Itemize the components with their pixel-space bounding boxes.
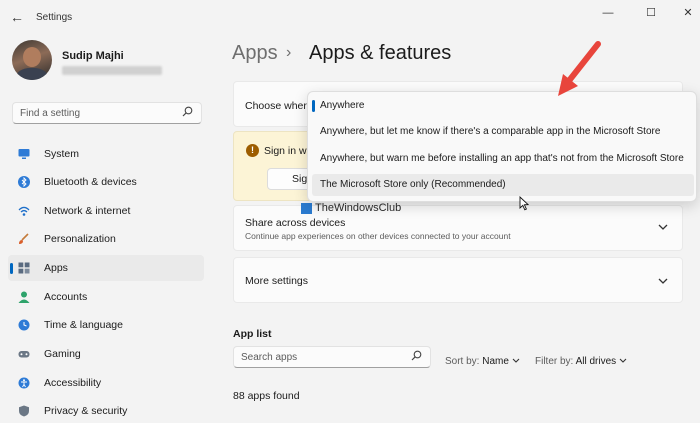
option-label: Anywhere, but warn me before installing … xyxy=(320,153,684,164)
sidebar-item-label: Apps xyxy=(44,262,68,274)
search-apps-box[interactable] xyxy=(233,346,431,368)
active-indicator xyxy=(10,263,13,274)
sidebar-item-privacy[interactable]: Privacy & security xyxy=(8,398,204,423)
option-anywhere[interactable]: Anywhere xyxy=(312,95,694,117)
filter-label: Filter by: xyxy=(535,356,574,367)
search-icon[interactable] xyxy=(411,350,422,364)
filter-by-control[interactable]: Filter by: All drives xyxy=(535,356,627,367)
selected-indicator xyxy=(312,100,315,112)
wifi-icon xyxy=(18,206,30,216)
sidebar-item-label: Privacy & security xyxy=(44,405,128,417)
warning-icon: ! xyxy=(246,144,259,157)
app-list-title: App list xyxy=(233,328,272,340)
option-label: The Microsoft Store only (Recommended) xyxy=(320,179,506,190)
apps-found-count: 88 apps found xyxy=(233,390,300,402)
share-desc: Continue app experiences on other device… xyxy=(245,231,511,241)
sidebar-item-network[interactable]: Network & internet xyxy=(8,198,204,224)
chevron-down-icon xyxy=(619,358,627,363)
app-title: Settings xyxy=(36,12,73,23)
search-apps-input[interactable] xyxy=(234,347,404,367)
sidebar-item-label: System xyxy=(44,148,80,160)
sidebar-item-personalization[interactable]: Personalization xyxy=(8,226,204,252)
app-source-dropdown[interactable]: Anywhere Anywhere, but let me know if th… xyxy=(307,91,697,202)
filter-value: All drives xyxy=(575,356,617,367)
close-button[interactable]: ✕ xyxy=(676,4,700,22)
apps-icon xyxy=(18,262,30,274)
chevron-down-icon[interactable] xyxy=(658,222,668,234)
gamepad-icon xyxy=(18,351,30,358)
signin-text: Sign in wi xyxy=(264,145,309,157)
share-title: Share across devices xyxy=(245,217,346,229)
minimize-button[interactable]: — xyxy=(596,4,620,22)
sidebar-item-apps[interactable]: Apps xyxy=(8,255,204,281)
sidebar-item-label: Personalization xyxy=(44,233,116,245)
sidebar-item-label: Time & language xyxy=(44,319,123,331)
bluetooth-icon xyxy=(18,176,30,188)
option-label: Anywhere, but let me know if there's a c… xyxy=(320,126,661,137)
sidebar-item-gaming[interactable]: Gaming xyxy=(8,341,204,367)
sidebar-item-label: Accounts xyxy=(44,291,88,303)
sidebar-item-label: Gaming xyxy=(44,348,81,360)
globe-clock-icon xyxy=(18,319,30,331)
brush-icon xyxy=(19,233,29,244)
sort-value: Name xyxy=(482,356,509,367)
sidebar-item-label: Network & internet xyxy=(44,205,131,217)
sidebar-item-accounts[interactable]: Accounts xyxy=(8,284,204,310)
find-setting-search[interactable] xyxy=(12,102,202,124)
search-icon[interactable] xyxy=(182,106,193,120)
person-icon xyxy=(18,291,30,303)
annotation-arrow-icon xyxy=(558,41,601,96)
title-bar: ← Settings — ☐ ✕ xyxy=(0,0,700,34)
maximize-button[interactable]: ☐ xyxy=(639,4,663,22)
watermark-text: TheWindowsClub xyxy=(315,202,402,214)
choose-where-label: Choose where xyxy=(245,100,313,112)
mouse-cursor-icon xyxy=(519,196,529,211)
more-settings-label: More settings xyxy=(245,275,309,287)
watermark-logo-icon xyxy=(301,203,312,214)
option-anywhere-warn[interactable]: Anywhere, but warn me before installing … xyxy=(312,148,694,170)
option-anywhere-notify[interactable]: Anywhere, but let me know if there's a c… xyxy=(312,121,694,143)
breadcrumb-apps[interactable]: Apps xyxy=(232,42,278,65)
sidebar-item-label: Bluetooth & devices xyxy=(44,176,137,188)
shield-icon xyxy=(19,405,29,417)
accessibility-icon xyxy=(18,377,30,389)
sidebar-item-bluetooth[interactable]: Bluetooth & devices xyxy=(8,169,204,195)
more-settings-card[interactable]: More settings xyxy=(233,257,683,303)
chevron-down-icon xyxy=(512,358,520,363)
chevron-down-icon[interactable] xyxy=(658,276,668,288)
sidebar-item-system[interactable]: System xyxy=(8,141,204,167)
sidebar-item-time-language[interactable]: Time & language xyxy=(8,312,204,338)
user-name: Sudip Majhi xyxy=(62,50,124,62)
breadcrumb-separator: › xyxy=(286,44,292,61)
back-button[interactable]: ← xyxy=(8,9,26,25)
sort-by-control[interactable]: Sort by: Name xyxy=(445,356,520,367)
sort-label: Sort by: xyxy=(445,356,480,367)
sidebar-item-label: Accessibility xyxy=(44,377,102,389)
option-label: Anywhere xyxy=(320,100,365,111)
user-email-redacted xyxy=(62,66,162,75)
search-input[interactable] xyxy=(13,103,173,123)
monitor-icon xyxy=(18,149,30,159)
option-store-only[interactable]: The Microsoft Store only (Recommended) xyxy=(312,174,694,196)
page-title: Apps & features xyxy=(309,42,452,64)
avatar[interactable] xyxy=(12,40,52,80)
sidebar-item-accessibility[interactable]: Accessibility xyxy=(8,370,204,396)
